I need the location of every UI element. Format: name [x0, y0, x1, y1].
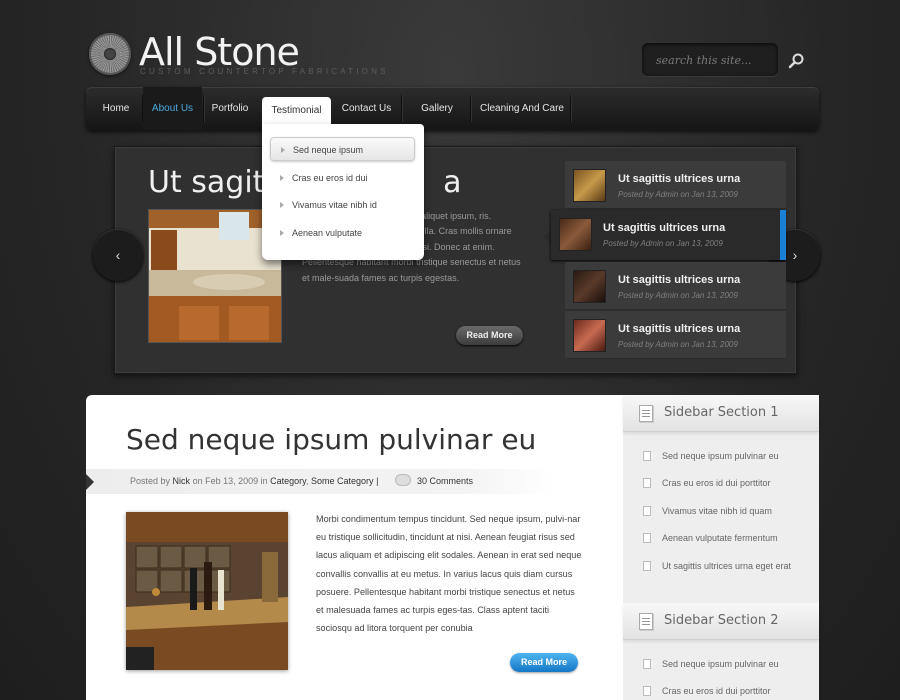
post-title[interactable]: Sed neque ipsum pulvinar eu: [126, 423, 536, 456]
sidebar-link[interactable]: Cras eu eros id dui porttitor: [643, 478, 771, 488]
document-icon: [643, 533, 651, 543]
slide-read-more-button[interactable]: Read More: [456, 326, 523, 345]
document-icon: [643, 686, 651, 696]
nav-about-us[interactable]: About Us: [143, 87, 202, 130]
comments-link[interactable]: 30 Comments: [417, 476, 473, 486]
document-icon: [643, 659, 651, 669]
sidebar: [623, 395, 819, 700]
testimonial-dropdown: Sed neque ipsum Cras eu eros id dui Viva…: [262, 124, 424, 260]
document-icon: [643, 506, 651, 516]
thumb-image: [573, 169, 606, 202]
slider-thumb[interactable]: Ut sagittis ultrices urna Posted by Admi…: [565, 311, 786, 359]
slider-thumb[interactable]: Ut sagittis ultrices urna Posted by Admi…: [565, 262, 786, 310]
dropdown-item[interactable]: Aenean vulputate: [270, 221, 415, 245]
post-image[interactable]: [126, 512, 288, 670]
post-excerpt: Morbi condimentum tempus tincidunt. Sed …: [316, 514, 582, 634]
arrow-right-icon: [280, 175, 284, 181]
active-indicator: [780, 210, 786, 260]
thumb-image: [559, 218, 592, 251]
site-tagline: CUSTOM COUNTERTOP FABRICATIONS: [140, 67, 389, 76]
category-link[interactable]: Category: [270, 476, 306, 486]
sidebar-link[interactable]: Cras eu eros id dui porttitor: [643, 686, 771, 696]
chevron-left-icon: ‹: [115, 247, 121, 263]
nav-portfolio[interactable]: Portfolio: [204, 87, 256, 130]
nav-home[interactable]: Home: [94, 87, 138, 130]
category-link[interactable]: Some Category: [311, 476, 374, 486]
document-icon: [639, 613, 653, 630]
meta-notch: [86, 474, 94, 490]
arrow-right-icon: [281, 147, 285, 153]
comment-icon: [395, 474, 411, 486]
slider-thumb[interactable]: Ut sagittis ultrices urna Posted by Admi…: [565, 161, 786, 209]
sidebar-link[interactable]: Sed neque ipsum pulvinar eu: [643, 451, 779, 461]
sidebar-section-heading: Sidebar Section 1: [623, 395, 819, 432]
post-author-link[interactable]: Nick: [173, 476, 191, 486]
sidebar-link[interactable]: Aenean vulputate fermentum: [643, 533, 778, 543]
logo-disc-icon: [89, 33, 131, 75]
arrow-right-icon: [280, 202, 284, 208]
dropdown-item[interactable]: Sed neque ipsum: [270, 137, 415, 161]
document-icon: [643, 451, 651, 461]
slider-thumb-active[interactable]: Ut sagittis ultrices urna Posted by Admi…: [551, 210, 785, 260]
sidebar-link[interactable]: Ut sagittis ultrices urna eget erat: [643, 561, 791, 571]
slider-prev-button[interactable]: ‹: [93, 229, 143, 281]
sidebar-link[interactable]: Sed neque ipsum pulvinar eu: [643, 659, 779, 669]
post-read-more-button[interactable]: Read More: [510, 653, 578, 672]
sidebar-section-heading: Sidebar Section 2: [623, 603, 819, 640]
dropdown-item[interactable]: Vivamus vitae nibh id: [270, 193, 415, 217]
arrow-right-icon: [280, 230, 284, 236]
document-icon: [643, 561, 651, 571]
document-icon: [639, 405, 653, 422]
search-input[interactable]: search this site...: [642, 43, 778, 76]
dropdown-item[interactable]: Cras eu eros id dui: [270, 166, 415, 190]
thumb-image: [573, 319, 606, 352]
post-meta: Posted by Nick on Feb 13, 2009 in Catego…: [130, 476, 379, 486]
search-icon[interactable]: [788, 52, 806, 70]
nav-cleaning-and-care[interactable]: Cleaning And Care: [474, 87, 570, 130]
thumb-image: [573, 270, 606, 303]
main-nav: Home About Us Portfolio Testimonial Cont…: [86, 87, 819, 130]
document-icon: [643, 478, 651, 488]
sidebar-link[interactable]: Vivamus vitae nibh id quam: [643, 506, 772, 516]
